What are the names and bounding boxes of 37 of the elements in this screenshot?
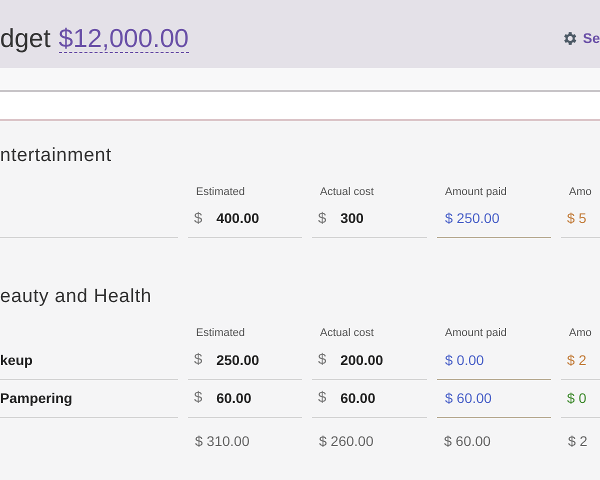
field-value: 200.00 [340, 350, 384, 370]
column-header: Amount paid [444, 184, 508, 200]
total-value: $ 260.00 [318, 432, 374, 452]
budget-amount[interactable]: $12,000.00 [58, 24, 189, 54]
name-field[interactable]: keup [0, 342, 178, 380]
currency-symbol: $ [318, 350, 326, 370]
field-value: 400.00 [216, 209, 260, 228]
section-title: eauty and Health [0, 286, 153, 310]
remaining-amount: $ 0 [561, 380, 600, 418]
currency-symbol: $ [194, 208, 202, 229]
amount-paid-field[interactable]: $ 0.00 [437, 342, 551, 380]
field-value: 250.00 [216, 350, 260, 370]
name-field[interactable]: Pampering [0, 380, 178, 418]
currency-symbol: $ [194, 388, 202, 408]
column-header: Amo [568, 326, 593, 342]
total-value: $ 60.00 [443, 432, 492, 452]
remaining-amount: $ 5 [561, 200, 600, 238]
currency-symbol: $ [194, 350, 202, 370]
column-header: Actual cost [319, 326, 375, 342]
amount-paid-field[interactable]: $ 250.00 [437, 200, 551, 238]
column-header: Estimated [195, 184, 246, 200]
total-value: $ 310.00 [194, 432, 250, 452]
total-value: $ 2 [567, 432, 588, 452]
field-value: 300 [340, 209, 364, 228]
field-value: 60.00 [340, 388, 376, 408]
column-header: Estimated [195, 326, 246, 342]
currency-symbol: $ [318, 208, 326, 229]
column-header: Amount paid [444, 326, 508, 342]
remaining-amount: $ 2 [561, 342, 600, 380]
section-title: ntertainment [0, 145, 113, 168]
currency-symbol: $ [318, 388, 326, 408]
column-header: Actual cost [319, 184, 375, 200]
settings-link[interactable]: Se [560, 28, 600, 48]
amount-paid-field[interactable]: $ 60.00 [437, 380, 551, 418]
field-value: 60.00 [216, 388, 252, 408]
column-header: Amo [568, 184, 593, 200]
page-title: dget [0, 22, 51, 54]
